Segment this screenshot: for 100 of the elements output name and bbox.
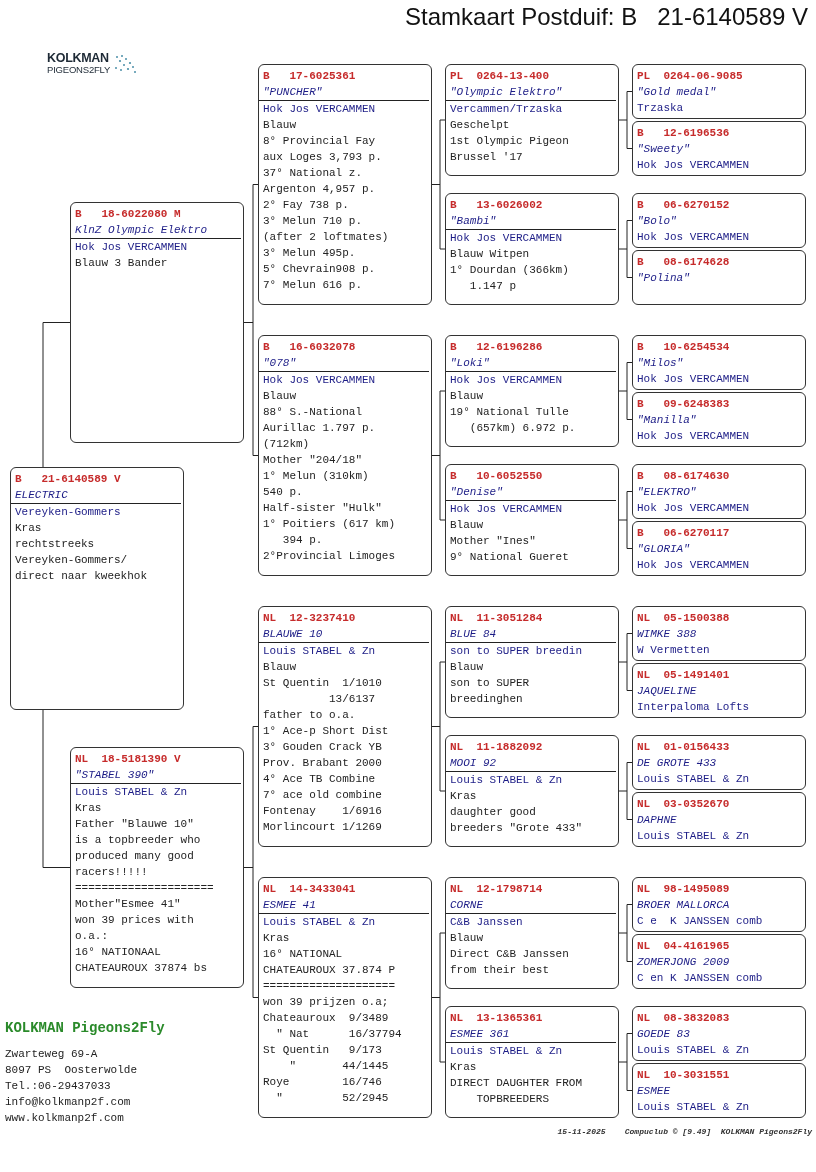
ring-number: B 12-6196536 xyxy=(636,126,731,141)
pigeon-name: GOEDE 83 xyxy=(636,1027,691,1042)
note-line: Chateauroux 9/3489 xyxy=(262,1011,390,1026)
pigeon-name: "Milos" xyxy=(636,356,685,371)
note-line: won 39 prices with xyxy=(74,913,195,928)
pigeon-name: MOOI 92 xyxy=(449,756,498,771)
ring-number: NL 14-3433041 xyxy=(262,882,357,897)
note-line: 9° National Gueret xyxy=(449,550,570,565)
pigeon-name: BLAUWE 10 xyxy=(262,627,324,642)
note-line: rechtstreeks xyxy=(14,537,96,552)
ring-number: B 18-6022080 M xyxy=(74,207,182,222)
pigeon-name: ESMEE xyxy=(636,1084,671,1099)
note-line: 3° Melun 495p. xyxy=(262,246,357,261)
note-line: 88° S.-National xyxy=(262,405,364,420)
print-info: 15-11-2025 Compuclub © [9.49] KOLKMAN Pigeons2Fly xyxy=(557,1127,812,1136)
note-line: 3° Gouden Crack YB xyxy=(262,740,383,755)
note-line: Mother "204/18" xyxy=(262,453,364,468)
note-line: 4° Ace TB Combine xyxy=(262,772,377,787)
pigeon-name: CORNE xyxy=(449,898,484,913)
note-line: produced many good xyxy=(74,849,195,864)
pigeon-name: JAQUELINE xyxy=(636,684,698,699)
note-line: 540 p. xyxy=(262,485,304,500)
pigeon-name: KlnZ Olympic Elektro xyxy=(74,223,209,238)
note-line: 37° National z. xyxy=(262,166,364,181)
note-line: Father "Blauwe 10" xyxy=(74,817,195,832)
ring-number: B 08-6174628 xyxy=(636,255,731,270)
breeder-name: Hok Jos VERCAMMEN xyxy=(636,429,751,444)
breeder-name: Louis STABEL & Zn xyxy=(262,644,377,659)
note-line: Geschelpt xyxy=(449,118,511,133)
logo-subtext: PIGEONS2FLY xyxy=(47,64,111,75)
note-line: 19° National Tulle xyxy=(449,405,570,420)
note-line: 16° NATIONAL xyxy=(262,947,344,962)
note-line: DIRECT DAUGHTER FROM xyxy=(449,1076,584,1091)
breeder-name: Louis STABEL & Zn xyxy=(636,1043,751,1058)
breeder-name: Louis STABEL & Zn xyxy=(636,772,751,787)
note-line: Blauw xyxy=(262,389,297,404)
pigeon-name: ELECTRIC xyxy=(14,488,69,503)
address-line: www.kolkmanp2f.com xyxy=(5,1111,125,1126)
ring-number: NL 98-1495089 xyxy=(636,882,731,897)
ring-number: B 06-6270117 xyxy=(636,526,731,541)
note-line: Kras xyxy=(14,521,43,536)
note-line: Roye 16/746 xyxy=(262,1075,383,1090)
pigeon-name: "Olympic Elektro" xyxy=(449,85,564,100)
note-line: (657km) 6.972 p. xyxy=(468,421,577,436)
page-title: Stamkaart Postduif: B 21-6140589 V xyxy=(405,3,808,31)
note-line: Kras xyxy=(74,801,103,816)
note-line: (after 2 loftmates) xyxy=(262,230,390,245)
note-line: son to SUPER xyxy=(449,676,531,691)
note-line: Argenton 4,957 p. xyxy=(262,182,377,197)
address-line: 8097 PS Oosterwolde xyxy=(5,1063,139,1078)
note-line: " 44/1445 xyxy=(288,1059,390,1074)
note-line: Blauw xyxy=(449,518,484,533)
note-line: 1.147 p xyxy=(468,279,517,294)
dots-icon xyxy=(113,54,138,74)
breeder-name: Hok Jos VERCAMMEN xyxy=(262,373,377,388)
ring-number: NL 13-1365361 xyxy=(449,1011,544,1026)
pigeon-name: "GLORIA" xyxy=(636,542,691,557)
note-line: ===================== xyxy=(74,881,215,896)
pigeon-name: "Loki" xyxy=(449,356,491,371)
pigeon-name: "Bambi" xyxy=(449,214,498,229)
ring-number: B 08-6174630 xyxy=(636,469,731,484)
logo-text: KOLKMAN xyxy=(47,53,110,64)
breeder-name: Hok Jos VERCAMMEN xyxy=(636,230,751,245)
address-line: Tel.:06-29437033 xyxy=(5,1079,112,1094)
note-line: 1° Ace-p Short Dist xyxy=(262,724,390,739)
ring-number: B 21-6140589 V xyxy=(14,472,122,487)
breeder-name: Louis STABEL & Zn xyxy=(449,1044,564,1059)
ring-number: NL 12-1798714 xyxy=(449,882,544,897)
note-line: 1° Dourdan (366km) xyxy=(449,263,570,278)
note-line: Blauw Witpen xyxy=(449,247,531,262)
note-line: Blauw xyxy=(449,389,484,404)
note-line: 1° Melun (310km) xyxy=(262,469,370,484)
breeder-name: Hok Jos VERCAMMEN xyxy=(74,240,189,255)
pigeon-name: "PUNCHER" xyxy=(262,85,324,100)
pigeon-name: "Denise" xyxy=(449,485,504,500)
note-line: Blauw xyxy=(449,660,484,675)
pigeon-name: DAPHNE xyxy=(636,813,678,828)
breeder-name: Hok Jos VERCAMMEN xyxy=(636,501,751,516)
note-line: St Quentin 1/1010 xyxy=(262,676,383,691)
breeder-name: Trzaska xyxy=(636,101,685,116)
note-line: Kras xyxy=(449,1060,478,1075)
ring-number: NL 10-3031551 xyxy=(636,1068,731,1083)
pigeon-name: DE GROTE 433 xyxy=(636,756,718,771)
ring-number: NL 05-1500388 xyxy=(636,611,731,626)
breeder-name: Louis STABEL & Zn xyxy=(262,915,377,930)
breeder-name: Louis STABEL & Zn xyxy=(636,1100,751,1115)
note-line: " Nat 16/37794 xyxy=(275,1027,403,1042)
pigeon-name: ZOMERJONG 2009 xyxy=(636,955,731,970)
note-line: Fontenay 1/6916 xyxy=(262,804,383,819)
note-line: Half-sister "Hulk" xyxy=(262,501,383,516)
note-line: 394 p. xyxy=(281,533,324,548)
address-line: Zwarteweg 69-A xyxy=(5,1047,99,1062)
pigeon-name: ESMEE 361 xyxy=(449,1027,511,1042)
note-line: Brussel '17 xyxy=(449,150,524,165)
ring-number: PL 0264-13-400 xyxy=(449,69,551,84)
breeder-name: Hok Jos VERCAMMEN xyxy=(449,231,564,246)
pigeon-name: "Gold medal" xyxy=(636,85,718,100)
note-line: Kras xyxy=(449,789,478,804)
ring-number: NL 03-0352670 xyxy=(636,797,731,812)
ring-number: PL 0264-06-9085 xyxy=(636,69,744,84)
